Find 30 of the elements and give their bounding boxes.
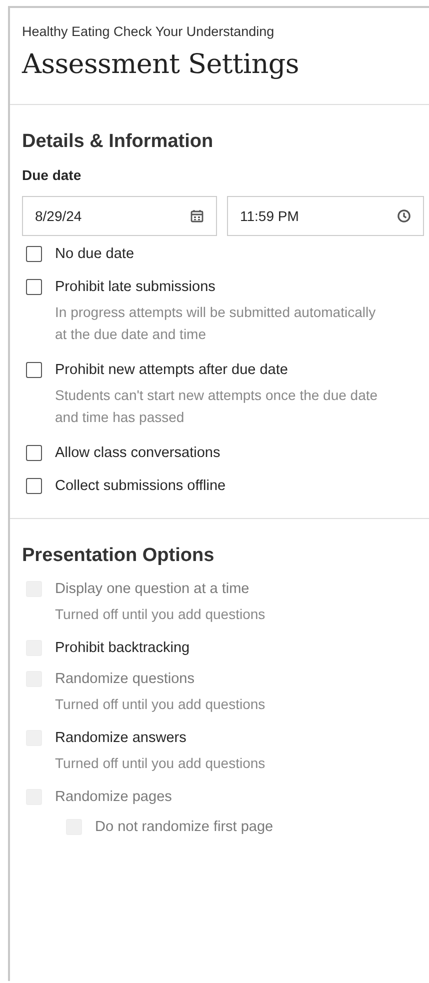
section-heading: Details & Information: [22, 131, 214, 153]
option-label: Do not randomize first page: [95, 819, 274, 835]
option-label: Randomize questions: [55, 671, 194, 687]
option-description: Turned off until you add questions: [55, 605, 266, 624]
option-label: Prohibit late submissions: [55, 279, 216, 295]
option-label: Prohibit new attempts after due date: [55, 362, 288, 378]
clock-icon: [397, 209, 411, 223]
checkbox[interactable]: [26, 445, 42, 461]
checkbox[interactable]: [26, 246, 42, 262]
option-label: Randomize pages: [55, 789, 172, 805]
checkbox[interactable]: [26, 478, 42, 494]
option-label: Collect submissions offline: [55, 478, 226, 494]
assessment-name: Healthy Eating Check Your Understanding: [22, 24, 276, 39]
section-heading: Presentation Options: [22, 545, 216, 567]
option-label: Display one question at a time: [55, 581, 250, 597]
checkbox[interactable]: [26, 362, 42, 378]
option-label: Randomize answers: [55, 730, 186, 746]
option-label: No due date: [55, 246, 134, 262]
date-field[interactable]: 8/29/24: [22, 196, 217, 236]
checkbox[interactable]: [26, 279, 42, 295]
option-description: Turned off until you add questions: [55, 754, 266, 773]
option-label: Prohibit backtracking: [55, 640, 190, 656]
calendar-icon: [190, 209, 204, 223]
field-label: Due date: [22, 167, 82, 183]
option-label: Allow class conversations: [55, 445, 220, 461]
option-description: Students can't start new attempts once the due date and time has passed: [55, 386, 379, 427]
option-description: In progress attempts will be submitted automatically at the due date and time: [55, 303, 377, 344]
time-field[interactable]: 11:59 PM: [227, 196, 424, 236]
option-description: Turned off until you add questions: [55, 695, 266, 714]
page-title: Assessment Settings: [22, 49, 300, 80]
